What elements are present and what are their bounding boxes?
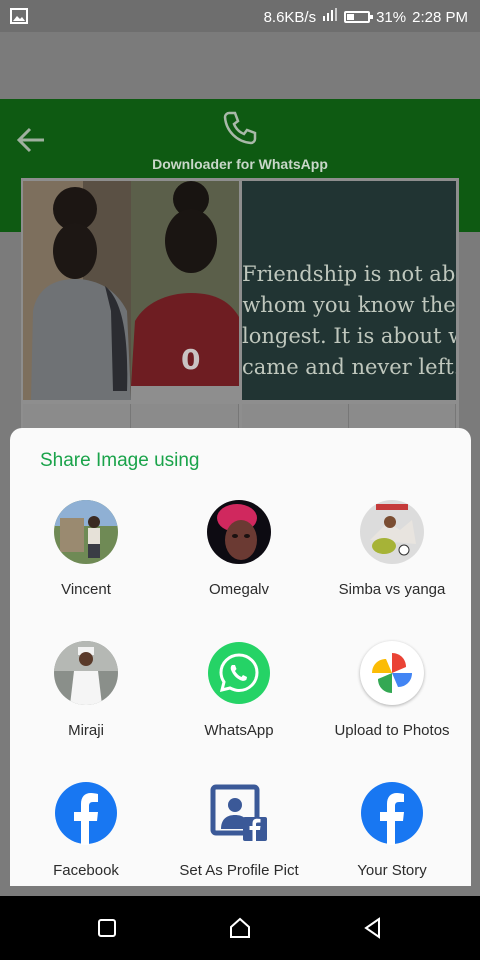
share-target-omegalv[interactable]: Omegalv [164, 500, 314, 599]
contact-avatar [54, 641, 118, 705]
whatsapp-icon [207, 641, 271, 705]
phone-icon [220, 108, 260, 148]
contact-avatar [207, 500, 271, 564]
share-target-facebook[interactable]: Facebook [11, 781, 161, 880]
share-sheet: Share Image using Vincent Omegalv Simba … [10, 428, 471, 886]
share-target-vincent[interactable]: Vincent [11, 500, 161, 599]
share-target-label: Miraji [68, 722, 104, 739]
status-thumbnail-1[interactable] [23, 181, 131, 400]
share-target-label: Your Story [357, 862, 427, 879]
back-arrow-icon[interactable] [14, 123, 48, 157]
battery-icon [344, 11, 374, 23]
share-target-whatsapp[interactable]: WhatsApp [164, 641, 314, 740]
share-target-label: Upload to Photos [334, 722, 450, 739]
network-speed: 8.6KB/s [263, 8, 317, 26]
navigation-bar [0, 896, 480, 960]
clock: 2:28 PM [412, 8, 468, 26]
profile-picture-icon [207, 781, 271, 845]
download-action[interactable] [131, 404, 239, 430]
share-sheet-title: Share Image using [40, 450, 200, 471]
share-action[interactable] [23, 404, 131, 430]
signal-icon [322, 7, 338, 27]
back-button[interactable] [358, 913, 388, 943]
share-action[interactable] [242, 404, 349, 430]
quote-line-3: longest. It is about who [242, 324, 456, 348]
share-target-label: WhatsApp [204, 722, 274, 739]
share-target-upload-to-photos[interactable]: Upload to Photos [317, 641, 467, 740]
google-photos-icon [360, 641, 424, 705]
jersey-number: 0 [181, 343, 200, 376]
facebook-icon [54, 781, 118, 845]
share-target-label: Facebook [53, 862, 119, 879]
facebook-icon [360, 781, 424, 845]
status-thumbnail-2[interactable]: 0 [131, 181, 239, 386]
app-title: Downloader for WhatsApp [152, 156, 328, 172]
contact-avatar [54, 500, 118, 564]
share-target-label: Vincent [61, 581, 111, 598]
share-target-miraji[interactable]: Miraji [11, 641, 161, 740]
download-action[interactable] [349, 404, 456, 430]
quote-line-2: whom you know the [242, 293, 456, 317]
share-target-label: Set As Profile Pict [179, 862, 299, 879]
home-button[interactable] [225, 913, 255, 943]
share-target-set-as-profile-picture[interactable]: Set As Profile Pict [164, 781, 314, 880]
recents-button[interactable] [92, 913, 122, 943]
share-target-label: Omegalv [208, 581, 270, 598]
status-bar: 8.6KB/s 31% 2:28 PM [0, 0, 480, 32]
share-target-simba-vs-yanga[interactable]: Simba vs yanga [317, 500, 467, 599]
quote-line-4: came and never left. [242, 355, 456, 379]
share-target-label: Simba vs yanga [338, 581, 446, 598]
battery-level: 31% [376, 8, 407, 26]
quote-line-1: Friendship is not about [242, 262, 456, 286]
image-icon [10, 8, 28, 28]
status-thumbnail-3[interactable]: Friendship is not about whom you know th… [242, 181, 456, 400]
share-target-your-story[interactable]: Your Story [317, 781, 467, 880]
contact-avatar [360, 500, 424, 564]
